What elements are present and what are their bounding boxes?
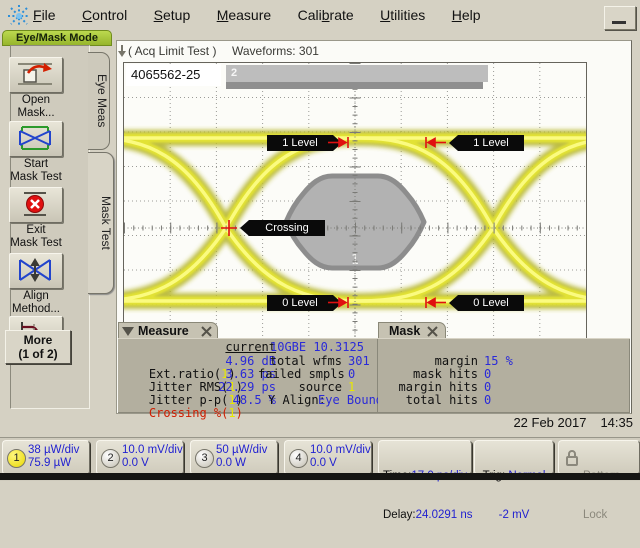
- channel-2-badge: 2: [101, 449, 120, 468]
- start-mask-test-button[interactable]: [9, 121, 63, 157]
- menu-calibrate[interactable]: Calibrate: [298, 0, 354, 23]
- exit-mask-test-label: ExitMask Test: [0, 224, 72, 250]
- arrow-left-to-bar-icon: [423, 136, 447, 149]
- time-label: 14:35: [600, 415, 633, 430]
- mask-name: 10GBE 10.3125: [270, 341, 364, 354]
- padlock-icon: [565, 450, 579, 466]
- tab-eye-meas[interactable]: Eye Meas: [88, 52, 110, 150]
- mask-row-label: total hits: [398, 394, 478, 407]
- arrow-right-to-bar-icon: [327, 136, 351, 149]
- minimize-button[interactable]: [604, 6, 636, 30]
- measure-row-label-crossing: Crossing %(1): [120, 394, 210, 433]
- mask-panel-tab: Mask: [378, 322, 446, 339]
- exit-mask-test-button[interactable]: [9, 187, 63, 223]
- measure-panel-tab: Measure: [118, 322, 218, 339]
- scroll-down-icon[interactable]: [117, 45, 127, 58]
- measure-panel-title: Measure: [138, 324, 189, 338]
- menu-measure[interactable]: Measure: [217, 0, 271, 23]
- minimize-icon: [612, 21, 626, 24]
- channel-4-button[interactable]: 4 10.0 mV/div0.0 V: [284, 440, 372, 475]
- memory-bar: 2: [226, 65, 488, 82]
- y-align-value: Eye Bound: [318, 394, 383, 407]
- exit-mask-test-icon: [10, 188, 60, 220]
- align-method-button[interactable]: [9, 253, 63, 289]
- zero-level-right-callout: 0 Level: [449, 295, 524, 311]
- menu-file[interactable]: File: [33, 0, 56, 23]
- channel-1-button[interactable]: 1 38 µW/div75.9 µW: [2, 440, 90, 475]
- open-mask-label: OpenMask...: [0, 94, 72, 120]
- mode-tab-eye-mask[interactable]: Eye/Mask Mode: [2, 30, 112, 46]
- one-level-right-callout: 1 Level: [449, 135, 524, 151]
- acq-limit-status: ( Acq Limit Test ): [128, 44, 216, 58]
- open-mask-icon: [10, 58, 60, 90]
- menu-utilities[interactable]: Utilities: [380, 0, 425, 23]
- trigger-button[interactable]: Trig: Normal -2 mV: [474, 440, 554, 475]
- crossing-callout: Crossing: [240, 220, 325, 236]
- channel-4-badge: 4: [289, 449, 308, 468]
- align-method-icon: [10, 254, 60, 286]
- arrow-left-to-bar-icon: [423, 296, 447, 309]
- open-mask-button[interactable]: [9, 57, 63, 93]
- waveform-display[interactable]: 1 2 4065562-25 1 Level 1 Level 0 Level: [123, 62, 587, 340]
- close-icon[interactable]: [201, 326, 212, 337]
- mask-panel-title: Mask: [389, 324, 420, 338]
- svg-text:1: 1: [351, 253, 359, 268]
- pattern-lock-button[interactable]: Pattern Lock: [558, 440, 640, 475]
- align-method-label: AlignMethod...: [0, 290, 72, 316]
- mask-row-value: 0: [484, 394, 491, 407]
- mask-panel: margin 15 % mask hits 0 margin hits 0 to…: [378, 338, 630, 413]
- arrow-right-to-bar-icon: [327, 296, 351, 309]
- col-header-current: current: [212, 341, 276, 354]
- waveform-count: Waveforms: 301: [232, 44, 319, 58]
- measure-panel: current Ext.ratio(1) 4.96 dB Jitter RMS(…: [118, 338, 378, 413]
- bottom-edge: [0, 473, 640, 480]
- memory-bar-fill: [226, 82, 483, 89]
- start-mask-test-icon: [10, 122, 60, 154]
- menu-bar: File Control Setup Measure Calibrate Uti…: [0, 0, 640, 30]
- date-label: 22 Feb 2017: [513, 415, 586, 430]
- channel-3-badge: 3: [195, 449, 214, 468]
- app-window: { "colors": { "value_blue": "#2a2ad8", "…: [0, 0, 640, 480]
- measure-row-value: 48.5 %: [212, 394, 276, 407]
- agilent-logo-icon: [6, 3, 32, 29]
- channel-1-badge: 1: [7, 449, 26, 468]
- channel-3-button[interactable]: 3 50 µW/div0.0 W: [190, 440, 278, 475]
- mask-id: 4065562-25: [126, 64, 221, 86]
- crossing-marker-icon: [220, 219, 238, 237]
- more-pages-button[interactable]: More(1 of 2): [5, 330, 71, 364]
- collapse-triangle-icon[interactable]: [122, 327, 134, 336]
- start-mask-test-label: StartMask Test: [0, 158, 72, 184]
- timebase-button[interactable]: Time:17.0 ps/div Delay:24.0291 ns: [378, 440, 472, 475]
- menu-help[interactable]: Help: [452, 0, 481, 23]
- menu-control[interactable]: Control: [82, 0, 127, 23]
- datetime: 22 Feb 2017 14:35: [420, 415, 633, 430]
- tab-mask-test[interactable]: Mask Test: [88, 152, 114, 294]
- menu-setup[interactable]: Setup: [154, 0, 191, 23]
- close-icon[interactable]: [427, 326, 438, 337]
- channel-2-button[interactable]: 2 10.0 mV/div0.0 V: [96, 440, 184, 475]
